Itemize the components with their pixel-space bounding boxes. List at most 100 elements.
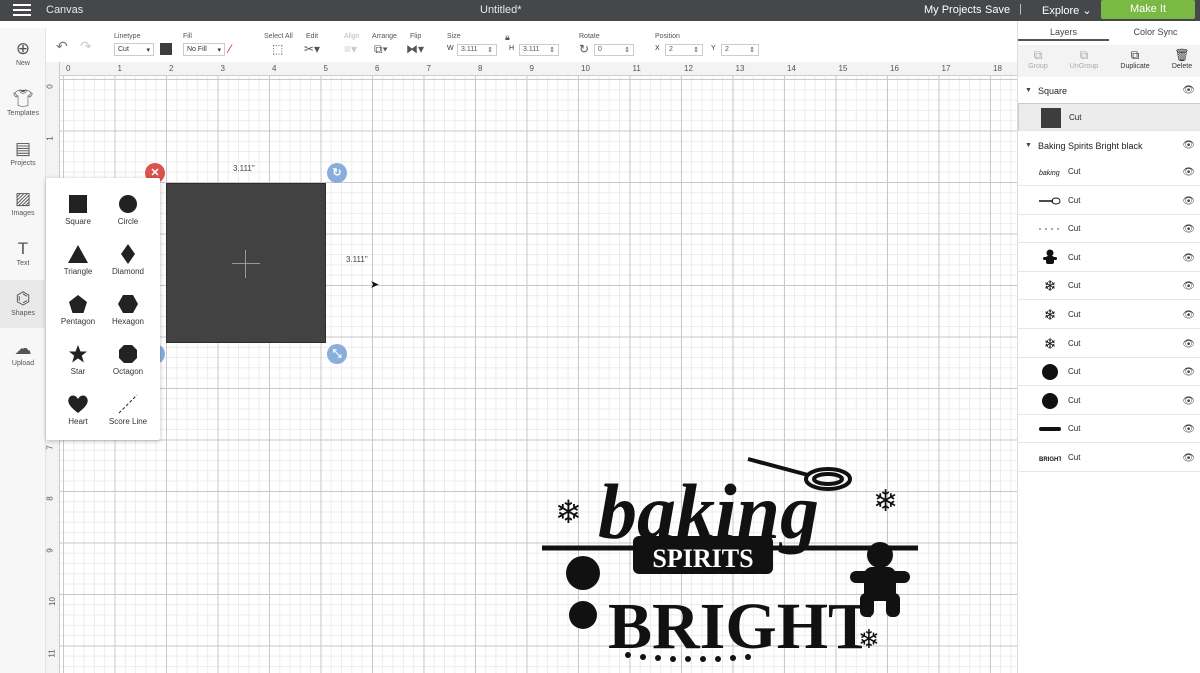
- layer-name: Cut: [1068, 252, 1081, 262]
- cookie-icon: [569, 601, 597, 629]
- layer-row[interactable]: BRIGHT Cut 👁︎: [1018, 444, 1200, 472]
- menu-icon[interactable]: [13, 4, 31, 17]
- shape-pentagon[interactable]: Pentagon: [50, 294, 106, 326]
- diamond-icon: [121, 244, 135, 264]
- shape-score-line[interactable]: Score Line: [100, 394, 156, 426]
- layer-group-baking[interactable]: ▼ Baking Spirits Bright black 👁︎: [1018, 140, 1200, 156]
- ruler-tick: 5: [323, 64, 328, 73]
- layer-row[interactable]: Cut 👁︎: [1018, 415, 1200, 444]
- layer-name: Cut: [1068, 310, 1081, 319]
- shape-circle[interactable]: Circle: [100, 194, 156, 226]
- nav-shapes[interactable]: ⌬ Shapes: [0, 280, 46, 328]
- shape-star[interactable]: Star: [50, 344, 106, 376]
- layer-row[interactable]: Cut 👁︎: [1018, 244, 1200, 272]
- layer-thumbnail: [1039, 219, 1061, 239]
- group-action: ⧉ Group: [1018, 48, 1058, 70]
- collapse-triangle-icon[interactable]: ▼: [1025, 87, 1032, 94]
- linetype-select[interactable]: Cut ▾: [114, 43, 154, 56]
- linetype-color-swatch[interactable]: [160, 43, 172, 55]
- shape-hexagon[interactable]: Hexagon: [100, 294, 156, 326]
- layer-row[interactable]: Cut 👁︎: [1018, 387, 1200, 415]
- flip-icon[interactable]: ⧓▾: [406, 42, 424, 56]
- flip-label: Flip: [410, 33, 422, 40]
- eye-icon[interactable]: 👁︎: [1182, 140, 1195, 151]
- shape-triangle[interactable]: Triangle: [50, 244, 106, 276]
- layer-row[interactable]: baking Cut 👁︎: [1018, 158, 1200, 186]
- eye-icon[interactable]: 👁︎: [1182, 396, 1195, 407]
- nav-projects[interactable]: ▤ Projects: [0, 138, 46, 167]
- layer-row[interactable]: ❄ Cut 👁︎: [1018, 272, 1200, 301]
- layer-row[interactable]: Cut 👁︎: [1018, 215, 1200, 244]
- shape-square[interactable]: Square: [50, 194, 106, 226]
- nav-upload[interactable]: ☁ Upload: [0, 338, 46, 367]
- eye-icon[interactable]: 👁︎: [1182, 85, 1195, 96]
- delete-button[interactable]: 🗑︎ Delete: [1162, 48, 1200, 70]
- octagon-icon: [119, 345, 137, 363]
- stepper-icon: ⇕: [749, 47, 755, 54]
- layer-row[interactable]: Cut 👁︎: [1018, 187, 1200, 215]
- h-label: H: [509, 45, 515, 52]
- nav-text[interactable]: T Text: [0, 238, 46, 267]
- eye-icon[interactable]: 👁︎: [1182, 224, 1195, 235]
- nav-images[interactable]: ▨ Images: [0, 188, 46, 217]
- explore-label: Explore: [1042, 5, 1080, 17]
- collapse-triangle-icon[interactable]: ▼: [1025, 142, 1032, 149]
- y-input[interactable]: 2 ⇕: [721, 44, 759, 56]
- shape-heart[interactable]: Heart: [50, 394, 106, 426]
- make-it-button[interactable]: Make It: [1101, 0, 1195, 19]
- edit-toolbar: ↶ ↷ Linetype Cut ▾ Fill No Fill ▾ ⁄ Select…: [46, 28, 1017, 62]
- arrange-icon[interactable]: ⧉▾: [374, 42, 388, 57]
- explore-dropdown[interactable]: Explore ⌄: [1042, 4, 1092, 17]
- tab-color-sync[interactable]: Color Sync: [1110, 27, 1200, 41]
- ruler-tick: 10: [47, 597, 57, 606]
- layer-row[interactable]: ❄ Cut 👁︎: [1018, 330, 1200, 358]
- size-lock-icon[interactable]: 🔒︎: [505, 32, 510, 43]
- action-label: Duplicate: [1120, 63, 1150, 70]
- layer-actions: ⧉ Group ⧉ UnGroup ⧉ Duplicate 🗑︎ Delete: [1018, 45, 1200, 77]
- shape-label: Hexagon: [111, 317, 145, 326]
- nav-label: Projects: [10, 160, 36, 167]
- layer-row[interactable]: Cut 👁︎: [1018, 358, 1200, 387]
- eye-icon[interactable]: 👁︎: [1182, 310, 1195, 321]
- eye-icon[interactable]: 👁︎: [1182, 196, 1195, 207]
- x-input[interactable]: 2 ⇕: [665, 44, 703, 56]
- eye-icon[interactable]: 👁︎: [1182, 453, 1195, 464]
- layer-row[interactable]: Cut: [1018, 103, 1200, 131]
- y-label: Y: [711, 45, 716, 52]
- eye-icon[interactable]: 👁︎: [1182, 281, 1195, 292]
- layer-group-square[interactable]: ▼ Square 👁︎: [1018, 85, 1200, 101]
- layer-thumbnail: [1039, 419, 1061, 439]
- shape-diamond[interactable]: Diamond: [100, 244, 156, 276]
- nav-new[interactable]: ⊕ New: [0, 38, 46, 67]
- eye-icon[interactable]: 👁︎: [1182, 424, 1195, 435]
- height-input[interactable]: 3.111 ⇕: [519, 44, 559, 56]
- layer-row[interactable]: ❄ Cut 👁︎: [1018, 301, 1200, 329]
- layer-thumbnail: ❄: [1043, 307, 1057, 324]
- rotate-input[interactable]: 0 ⇕: [594, 44, 634, 56]
- no-fill-icon[interactable]: ⁄: [229, 42, 231, 56]
- ruler-tick: 18: [993, 64, 1002, 73]
- layer-thumbnail: ❄: [1043, 335, 1057, 353]
- eye-icon[interactable]: 👁︎: [1182, 253, 1195, 264]
- tab-layers[interactable]: Layers: [1018, 27, 1109, 41]
- resize-handle-icon[interactable]: ⤡: [327, 344, 347, 364]
- top-bar: Canvas Untitled* My Projects Save | Expl…: [0, 0, 1200, 21]
- hexagon-icon: [118, 295, 138, 313]
- eye-icon[interactable]: 👁︎: [1182, 367, 1195, 378]
- layer-thumbnail: [1039, 248, 1061, 268]
- stepper-icon: ⇕: [487, 47, 493, 54]
- select-all-icon[interactable]: ⬚: [272, 42, 283, 56]
- eye-icon[interactable]: 👁︎: [1182, 167, 1195, 178]
- eye-icon[interactable]: 👁︎: [1182, 339, 1195, 350]
- width-input[interactable]: 3.111 ⇕: [457, 44, 497, 56]
- undo-icon[interactable]: ↶: [56, 38, 68, 55]
- fill-select[interactable]: No Fill ▾: [183, 43, 225, 56]
- baking-spirits-bright-design[interactable]: baking SPIRITS BRIGHT ❄ ❄ ❄: [538, 443, 928, 673]
- nav-templates[interactable]: 👕︎ Templates: [0, 88, 46, 117]
- duplicate-button[interactable]: ⧉ Duplicate: [1114, 48, 1156, 70]
- shape-octagon[interactable]: Octagon: [100, 344, 156, 376]
- edit-scissors-icon[interactable]: ✂▾: [304, 42, 320, 56]
- save-link[interactable]: Save: [985, 4, 1010, 16]
- my-projects-link[interactable]: My Projects: [924, 4, 981, 16]
- rotate-handle-icon[interactable]: ↻: [327, 163, 347, 183]
